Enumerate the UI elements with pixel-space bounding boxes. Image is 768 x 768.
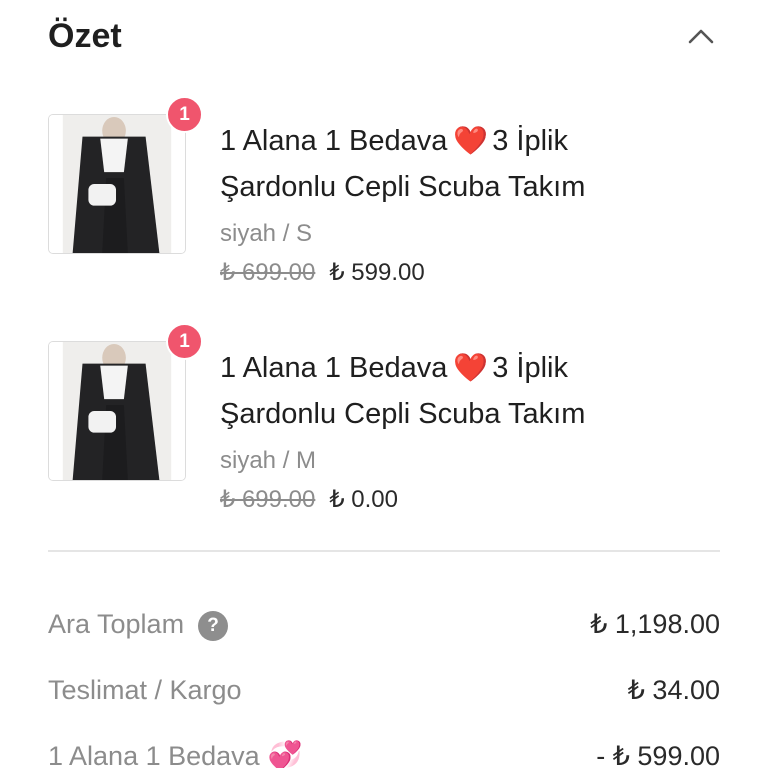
heart-icon: ❤️: [453, 125, 489, 156]
hearts-icon: 💞: [267, 740, 303, 768]
sale-price: ₺ 599.00: [329, 259, 425, 286]
item-name-prefix: 1 Alana 1 Bedava: [220, 125, 448, 157]
subtotal-value: ₺ 1,198.00: [590, 609, 720, 639]
shipping-value: ₺ 34.00: [627, 675, 720, 705]
item-prices: ₺ 699.00 ₺ 599.00: [220, 257, 425, 289]
summary-title: Özet: [48, 17, 122, 55]
subtotal-label-text: Ara Toplam: [48, 609, 185, 639]
chevron-up-icon[interactable]: [688, 28, 714, 44]
quantity-badge: 1: [166, 323, 203, 360]
shipping-label: Teslimat / Kargo: [48, 675, 242, 705]
sale-price: ₺ 0.00: [329, 486, 398, 513]
subtotal-label: Ara Toplam?: [48, 604, 229, 644]
question-circle-icon[interactable]: ?: [198, 611, 229, 641]
original-price: ₺ 699.00: [220, 259, 316, 286]
item-name-prefix: 1 Alana 1 Bedava: [220, 352, 448, 384]
product-image: [48, 341, 186, 481]
discount-value: - ₺ 599.00: [596, 741, 720, 768]
discount-label: 1 Alana 1 Bedava 💞: [48, 736, 303, 768]
item-variant: siyah / M: [220, 447, 317, 474]
cart-item[interactable]: 1 1 Alana 1 Bedava ❤️ 3 İplik Şardonlu Cep…: [48, 323, 720, 519]
summary-header[interactable]: Özet: [48, 14, 720, 58]
subtotal-row: Ara Toplam? ₺ 1,198.00: [48, 604, 720, 644]
divider: [48, 550, 720, 552]
product-image: [48, 114, 186, 254]
quantity-badge: 1: [166, 96, 203, 133]
original-price: ₺ 699.00: [220, 486, 316, 513]
discount-label-text: 1 Alana 1 Bedava: [48, 741, 260, 768]
order-summary-panel: Özet 1 1 Alana 1 Bedava ❤️ 3 İplik Şardonl…: [0, 0, 768, 768]
cart-item[interactable]: 1 1 Alana 1 Bedava ❤️ 3 İplik Şardonlu Cep…: [48, 96, 720, 292]
item-name[interactable]: 1 Alana 1 Bedava ❤️ 3 İplik Şardonlu Cepli…: [220, 345, 680, 437]
item-prices: ₺ 699.00 ₺ 0.00: [220, 484, 398, 516]
item-name[interactable]: 1 Alana 1 Bedava ❤️ 3 İplik Şardonlu Cepli…: [220, 118, 680, 210]
shipping-row: Teslimat / Kargo ₺ 34.00: [48, 670, 720, 710]
item-variant: siyah / S: [220, 220, 313, 247]
discount-row: 1 Alana 1 Bedava 💞 - ₺ 599.00: [48, 736, 720, 768]
heart-icon: ❤️: [453, 352, 489, 383]
